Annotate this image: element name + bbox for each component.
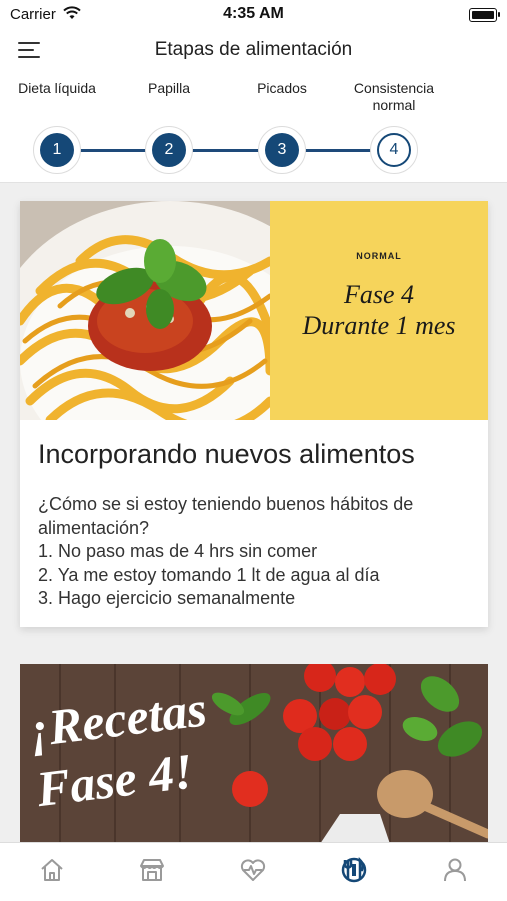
food-utensils-icon — [341, 856, 367, 883]
phase-title: Fase 4 Durante 1 mes — [270, 279, 488, 341]
phase-duration: Durante 1 mes — [302, 311, 456, 340]
tab-food[interactable] — [339, 855, 369, 885]
stepper-track — [57, 149, 394, 152]
home-icon — [41, 859, 63, 881]
tab-store[interactable] — [137, 855, 167, 885]
habit-item-3: 3. Hago ejercicio semanalmente — [38, 588, 296, 608]
battery-icon — [469, 8, 500, 22]
phase-number: Fase 4 — [343, 280, 415, 309]
step-label-dieta-liquida: Dieta líquida — [18, 80, 96, 96]
step-label-papilla: Papilla — [147, 80, 191, 96]
phase-info-panel: NORMAL Fase 4 Durante 1 mes — [270, 201, 488, 420]
step-label-consistencia-normal: Consistencia normal — [353, 80, 435, 113]
phase-tag: NORMAL — [356, 251, 402, 261]
card-heading: Incorporando nuevos alimentos — [38, 439, 415, 469]
step-1-number: 1 — [40, 133, 74, 167]
step-2-number: 2 — [152, 133, 186, 167]
step-3-number: 3 — [265, 133, 299, 167]
tab-home[interactable] — [37, 855, 67, 885]
step-1-button[interactable]: 1 — [33, 126, 81, 174]
page-title: Etapas de alimentación — [154, 39, 353, 60]
tab-profile[interactable] — [440, 855, 470, 885]
store-icon — [140, 859, 164, 881]
step-3-button[interactable]: 3 — [258, 126, 306, 174]
recipes-title: ¡Recetas Fase 4! — [26, 678, 217, 819]
step-label-picados: Picados — [257, 80, 307, 96]
habit-item-1: 1. No paso mas de 4 hrs sin comer — [38, 541, 318, 561]
heart-pulse-icon — [240, 859, 266, 881]
habits-text: ¿Cómo se si estoy teniendo buenos hábito… — [38, 493, 478, 611]
step-4-number: 4 — [377, 133, 411, 167]
tab-health[interactable] — [238, 855, 268, 885]
stages-header: Etapas de alimentación Dieta líquida Pap… — [0, 30, 507, 183]
tab-bar — [0, 842, 507, 901]
habit-item-2: 2. Ya me estoy tomando 1 lt de agua al d… — [38, 564, 380, 585]
step-4-button[interactable]: 4 — [370, 126, 418, 174]
clock: 4:35 AM — [223, 5, 284, 22]
step-2-button[interactable]: 2 — [145, 126, 193, 174]
status-bar: Carrier 4:35 AM — [0, 0, 507, 30]
user-icon — [444, 858, 466, 882]
habits-question: ¿Cómo se si estoy teniendo buenos hábito… — [38, 494, 414, 538]
recipes-banner[interactable]: ¡Recetas Fase 4! — [20, 664, 488, 844]
pasta-dish-image — [20, 201, 270, 420]
phase-card: NORMAL Fase 4 Durante 1 mes Incorporando… — [20, 201, 488, 627]
